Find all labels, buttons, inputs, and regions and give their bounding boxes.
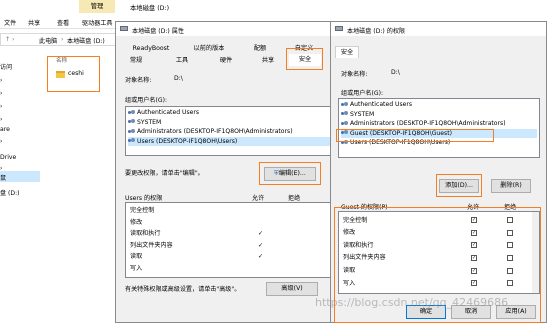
nav-item-drive[interactable]: Drive (0, 154, 16, 161)
explorer-title: 本地磁盘 (D:) (130, 5, 170, 12)
allow-check: ✓ (258, 241, 264, 249)
nav-pin-2: › (0, 90, 3, 97)
manage-tab[interactable]: 管理 (79, 0, 115, 13)
drive-icon (335, 26, 343, 31)
menu-file[interactable]: 文件 (4, 18, 16, 27)
object-name-value: D:\ (174, 75, 183, 82)
perm-list: 完全控制 修改 读取和执行 ✓ 列出文件夹内容 ✓ 读取 ✓ 写入 (125, 202, 338, 278)
user-row[interactable]: SYSTEM (128, 118, 335, 128)
users-icon (341, 101, 348, 108)
menu-drive-tools[interactable]: 驱动器工具 (82, 18, 112, 27)
nav-item-1[interactable]: 访问 (0, 62, 12, 71)
tab-readyboost[interactable]: ReadyBoost (126, 43, 176, 55)
change-hint: 要更改权限，请单击"编辑"。 (125, 170, 204, 177)
tab-general[interactable]: 常规 (118, 55, 154, 67)
user-list[interactable]: Authenticated Users SYSTEM Administrator… (338, 98, 540, 158)
deny-header: 拒绝 (288, 195, 301, 202)
remove-button[interactable]: 删除(R) (491, 179, 531, 193)
breadcrumb-drive[interactable]: 本地磁盘 (D:) (67, 36, 105, 45)
nav-pin-1: › (0, 77, 3, 84)
users-icon (128, 109, 135, 116)
user-name: SYSTEM (350, 110, 375, 118)
perm-name: 读取 (130, 253, 143, 260)
allow-check: ✓ (258, 253, 264, 260)
folder-icon (56, 71, 65, 78)
user-list[interactable]: Authenticated Users SYSTEM Administrator… (125, 106, 338, 156)
user-name: Authenticated Users (137, 109, 200, 116)
allow-check: ✓ (258, 230, 264, 237)
perm-name: 读取和执行 (130, 230, 161, 237)
perm-name: 完全控制 (130, 207, 155, 214)
nav-item-disk-d[interactable]: 盘 (D:) (0, 188, 20, 197)
folder-name[interactable]: ceshi (68, 70, 84, 77)
perm-name: 写入 (130, 264, 143, 272)
object-name-label: 对象名称: (341, 71, 368, 78)
guest-highlight (336, 129, 494, 142)
user-name: SYSTEM (137, 118, 162, 126)
user-row[interactable]: Authenticated Users (128, 108, 335, 118)
users-icon (341, 111, 348, 117)
group-label: 组或用户名(G): (341, 90, 383, 97)
user-row[interactable]: Administrators (DESKTOP-IF1Q8OH\Administ… (128, 127, 335, 137)
user-name: Administrators (DESKTOP-IF1Q8OH\Administ… (350, 120, 506, 127)
menu-share[interactable]: 共享 (28, 18, 40, 27)
watermark: https://blog.csdn.net/qq_42469686 (315, 296, 509, 309)
perm-row: 读取 ✓ (130, 251, 333, 263)
permissions-window: 本地磁盘 (D:) 的权限 安全 对象名称: D:\ 组或用户名(G): Aut… (330, 21, 547, 323)
user-name: Authenticated Users (350, 101, 413, 108)
nav-pane: 访问 › › › › are › Drive › 鼠 盘 (D:) (0, 50, 40, 323)
user-name: Administrators (DESKTOP-IF1Q8OH\Administ… (137, 128, 293, 135)
drive-icon (120, 26, 128, 31)
group-label: 组或用户名(G): (125, 97, 167, 104)
perm-row: 列出文件夹内容 ✓ (130, 240, 333, 252)
users-icon (128, 128, 135, 135)
nav-item-are[interactable]: are (0, 126, 10, 133)
manage-tab-label: 管理 (90, 3, 104, 10)
user-name: Users (DESKTOP-IF1Q8OH\Users) (137, 137, 238, 145)
permissions-title-bar: 本地磁盘 (D:) 的权限 (331, 22, 546, 36)
users-icon (128, 138, 135, 144)
tab-tools[interactable]: 工具 (164, 55, 200, 67)
users-icon (341, 120, 348, 127)
object-name-value: D:\ (391, 69, 400, 76)
users-icon (128, 119, 135, 125)
perm-row: 修改 (130, 217, 333, 229)
nav-pin-4: › (0, 116, 3, 123)
perm-row: 读取和执行 ✓ (130, 228, 333, 240)
tab-security[interactable]: 安全 (335, 46, 359, 58)
address-bar[interactable]: ↑ › 此电脑 › 本地磁盘 (D:) (0, 33, 120, 46)
nav-pin-3: › (0, 103, 3, 110)
user-row[interactable]: Authenticated Users (341, 100, 537, 110)
edit-button-highlight (259, 162, 321, 185)
tab-previous-versions[interactable]: 以前的版本 (184, 43, 234, 55)
perm-row: 完全控制 (130, 205, 333, 217)
properties-window: 本地磁盘 (D:) 属性 ReadyBoost 以前的版本 配额 自定义 常规 … (115, 21, 347, 323)
security-tab-highlight (286, 48, 323, 70)
user-row-selected[interactable]: Users (DESKTOP-IF1Q8OH\Users) (128, 136, 335, 146)
perm-name: 列出文件夹内容 (130, 241, 173, 249)
permissions-title: 本地磁盘 (D:) 的权限 (347, 28, 406, 35)
object-name-label: 对象名称: (125, 77, 152, 84)
advanced-button[interactable]: 高级(V) (266, 282, 318, 296)
breadcrumb-sep: › (61, 36, 64, 43)
properties-title-bar: 本地磁盘 (D:) 属性 (116, 22, 346, 36)
breadcrumb-this-pc[interactable]: 此电脑 (39, 36, 57, 45)
user-row[interactable]: Administrators (DESKTOP-IF1Q8OH\Administ… (341, 119, 537, 129)
advanced-hint: 有关特殊权限或高级设置，请单击"高级"。 (125, 286, 241, 293)
tab-quota[interactable]: 配额 (240, 43, 280, 55)
properties-title: 本地磁盘 (D:) 属性 (132, 28, 184, 35)
nav-pin-5: › (0, 138, 3, 145)
add-button-highlight (436, 174, 482, 197)
perm-header: Users 的权限 (125, 195, 163, 202)
nav-item-sel[interactable]: 鼠 (0, 173, 6, 182)
column-name-header[interactable]: 名称 (56, 56, 67, 64)
allow-header: 允许 (252, 195, 265, 202)
tab-sharing[interactable]: 共享 (250, 55, 286, 67)
tab-hardware[interactable]: 硬件 (208, 55, 244, 67)
nav-arrows[interactable]: ↑ › (5, 36, 14, 43)
user-row[interactable]: SYSTEM (341, 110, 537, 120)
menu-view[interactable]: 查看 (57, 18, 69, 27)
perm-row: 写入 (130, 263, 333, 275)
perm-name: 修改 (130, 218, 143, 226)
